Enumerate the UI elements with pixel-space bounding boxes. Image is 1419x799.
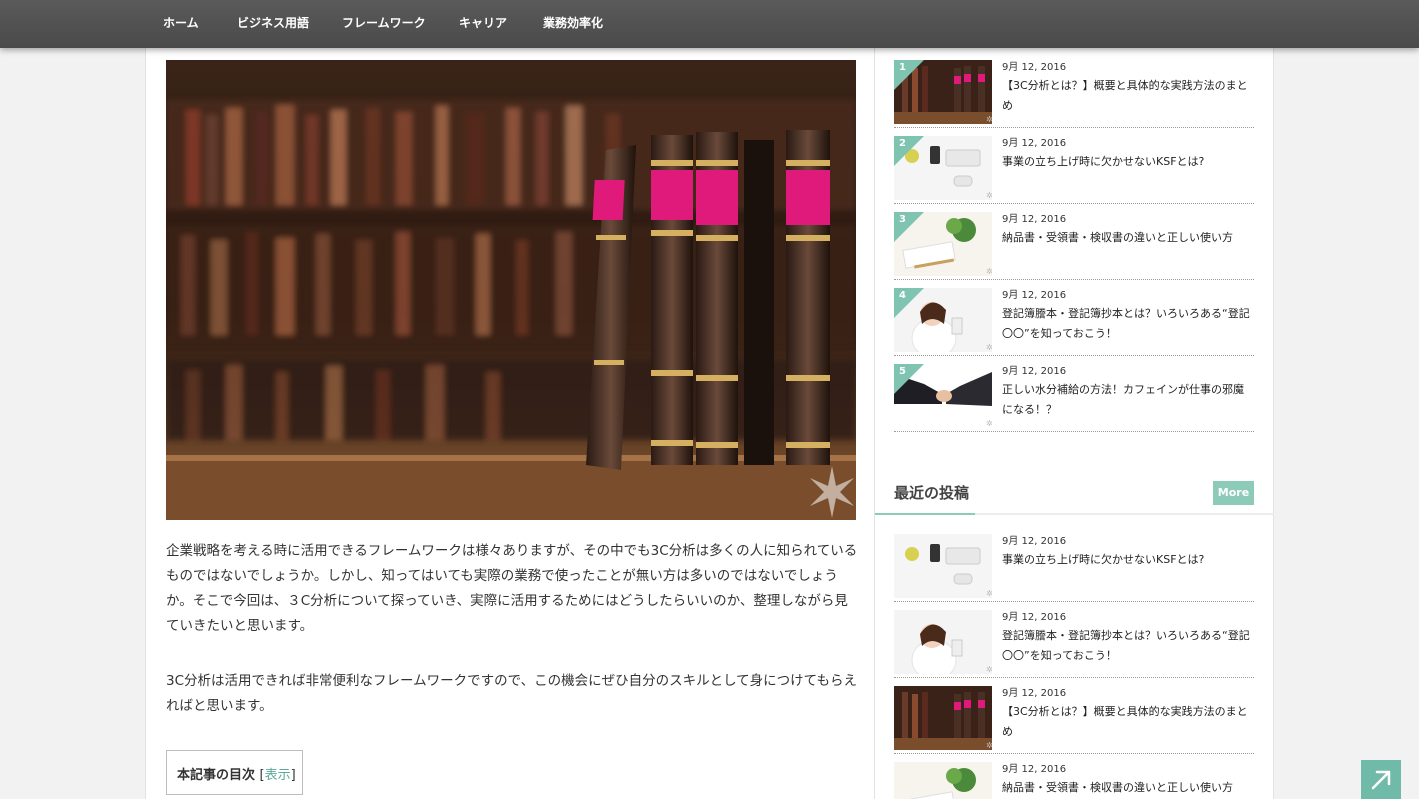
nav-item-home[interactable]: ホーム bbox=[163, 14, 199, 31]
post-thumbnail[interactable]: ✲ bbox=[894, 610, 992, 674]
post-thumbnail[interactable]: ✲ 3 bbox=[894, 212, 992, 276]
post-date: 9月 12, 2016 bbox=[1002, 366, 1067, 377]
rank-number: 2 bbox=[899, 138, 906, 149]
post-title-link[interactable]: 【3C分析とは？】概要と具体的な実践方法のまとめ bbox=[1002, 76, 1252, 116]
recent-post-item[interactable]: ✲ 9月 12, 2016 【3C分析とは？】概要と具体的な実践方法のまとめ bbox=[894, 682, 1254, 754]
post-date: 9月 12, 2016 bbox=[1002, 62, 1067, 73]
svg-text:✲: ✲ bbox=[986, 589, 992, 598]
rank-number: 1 bbox=[899, 62, 906, 73]
table-of-contents: 本記事の目次 [表示] bbox=[166, 750, 303, 795]
post-thumbnail[interactable]: ✲ bbox=[894, 534, 992, 598]
sidebar: ✲ 1 9月 12, 2016 【3C分析とは？】概要と具体的な実践方法のまとめ ✲ 2 9… bbox=[875, 0, 1274, 799]
popular-post-item[interactable]: ✲ 3 9月 12, 2016 納品書・受領書・検収書の違いと正しい使い方 bbox=[894, 208, 1254, 280]
post-title-link[interactable]: 登記簿謄本・登記簿抄本とは？いろいろある“登記〇〇”を知っておこう！ bbox=[1002, 626, 1252, 666]
post-thumbnail[interactable]: ✲ bbox=[894, 686, 992, 750]
post-date: 9月 12, 2016 bbox=[1002, 536, 1067, 547]
post-title-link[interactable]: 納品書・受領書・検収書の違いと正しい使い方 bbox=[1002, 778, 1252, 798]
section-divider bbox=[875, 513, 1274, 515]
rank-number: 4 bbox=[899, 290, 906, 301]
svg-text:✲: ✲ bbox=[986, 343, 992, 352]
post-date: 9月 12, 2016 bbox=[1002, 138, 1067, 149]
post-date: 9月 12, 2016 bbox=[1002, 764, 1067, 775]
top-navbar: ホーム ビジネス用語 フレームワーク キャリア 業務効率化 bbox=[0, 0, 1419, 48]
popular-post-item[interactable]: ✲ 2 9月 12, 2016 事業の立ち上げ時に欠かせないKSFとは? bbox=[894, 132, 1254, 204]
post-title-link[interactable]: 正しい水分補給の方法！カフェインが仕事の邪魔になる！？ bbox=[1002, 380, 1252, 420]
post-title-link[interactable]: 【3C分析とは？】概要と具体的な実践方法のまとめ bbox=[1002, 702, 1252, 742]
main-column: 企業戦略を考える時に活用できるフレームワークは様々ありますが、その中でも3C分析… bbox=[145, 0, 875, 799]
back-to-top-button[interactable] bbox=[1361, 760, 1401, 799]
recent-post-item[interactable]: ✲ 9月 12, 2016 登記簿謄本・登記簿抄本とは？いろいろある“登記〇〇”を知… bbox=[894, 606, 1254, 678]
recent-post-item[interactable]: ✲ 9月 12, 2016 事業の立ち上げ時に欠かせないKSFとは? bbox=[894, 530, 1254, 602]
svg-text:✲: ✲ bbox=[986, 115, 992, 124]
post-date: 9月 12, 2016 bbox=[1002, 612, 1067, 623]
popular-post-item[interactable]: ✲ 1 9月 12, 2016 【3C分析とは？】概要と具体的な実践方法のまとめ bbox=[894, 56, 1254, 128]
hero-image-books bbox=[166, 60, 856, 520]
toc-toggle-link[interactable]: 表示 bbox=[265, 768, 291, 783]
post-title-link[interactable]: 登記簿謄本・登記簿抄本とは？いろいろある“登記〇〇”を知っておこう！ bbox=[1002, 304, 1252, 344]
post-title-link[interactable]: 事業の立ち上げ時に欠かせないKSFとは? bbox=[1002, 152, 1252, 172]
nav-item-career[interactable]: キャリア bbox=[459, 14, 507, 31]
recent-post-item[interactable]: ✲ 9月 12, 2016 納品書・受領書・検収書の違いと正しい使い方 bbox=[894, 758, 1254, 799]
article-paragraph-2: 3C分析は活用できれば非常便利なフレームワークですので、この機会にぜひ自分のスキ… bbox=[166, 673, 857, 714]
post-date: 9月 12, 2016 bbox=[1002, 290, 1067, 301]
post-thumbnail[interactable]: ✲ 4 bbox=[894, 288, 992, 352]
nav-item-business-terms[interactable]: ビジネス用語 bbox=[237, 14, 309, 31]
popular-post-item[interactable]: ✲ 4 9月 12, 2016 登記簿謄本・登記簿抄本とは？いろいろある“登記〇〇”を… bbox=[894, 284, 1254, 356]
arrow-up-right-icon bbox=[1371, 770, 1391, 790]
rank-number: 3 bbox=[899, 214, 906, 225]
post-thumbnail[interactable]: ✲ 5 bbox=[894, 364, 992, 428]
svg-text:✲: ✲ bbox=[986, 267, 992, 276]
post-date: 9月 12, 2016 bbox=[1002, 214, 1067, 225]
svg-text:✲: ✲ bbox=[986, 665, 992, 674]
post-thumbnail[interactable]: ✲ bbox=[894, 762, 992, 799]
more-button[interactable]: More bbox=[1213, 481, 1254, 505]
rank-number: 5 bbox=[899, 366, 906, 377]
svg-text:✲: ✲ bbox=[986, 741, 992, 750]
toc-title: 本記事の目次 bbox=[177, 768, 256, 783]
article-paragraph-1: 企業戦略を考える時に活用できるフレームワークは様々ありますが、その中でも3C分析… bbox=[166, 543, 858, 634]
post-date: 9月 12, 2016 bbox=[1002, 688, 1067, 699]
post-thumbnail[interactable]: ✲ 2 bbox=[894, 136, 992, 200]
recent-posts-title: 最近の投稿 bbox=[894, 484, 970, 502]
svg-text:✲: ✲ bbox=[986, 191, 992, 200]
toc-toggle-wrapper: [表示] bbox=[259, 768, 296, 783]
popular-post-item[interactable]: ✲ 5 9月 12, 2016 正しい水分補給の方法！カフェインが仕事の邪魔になる！？ bbox=[894, 360, 1254, 432]
nav-item-efficiency[interactable]: 業務効率化 bbox=[543, 14, 603, 31]
nav-item-framework[interactable]: フレームワーク bbox=[342, 14, 426, 31]
post-thumbnail[interactable]: ✲ 1 bbox=[894, 60, 992, 124]
post-title-link[interactable]: 納品書・受領書・検収書の違いと正しい使い方 bbox=[1002, 228, 1252, 248]
svg-text:✲: ✲ bbox=[986, 419, 992, 428]
post-title-link[interactable]: 事業の立ち上げ時に欠かせないKSFとは? bbox=[1002, 550, 1252, 570]
